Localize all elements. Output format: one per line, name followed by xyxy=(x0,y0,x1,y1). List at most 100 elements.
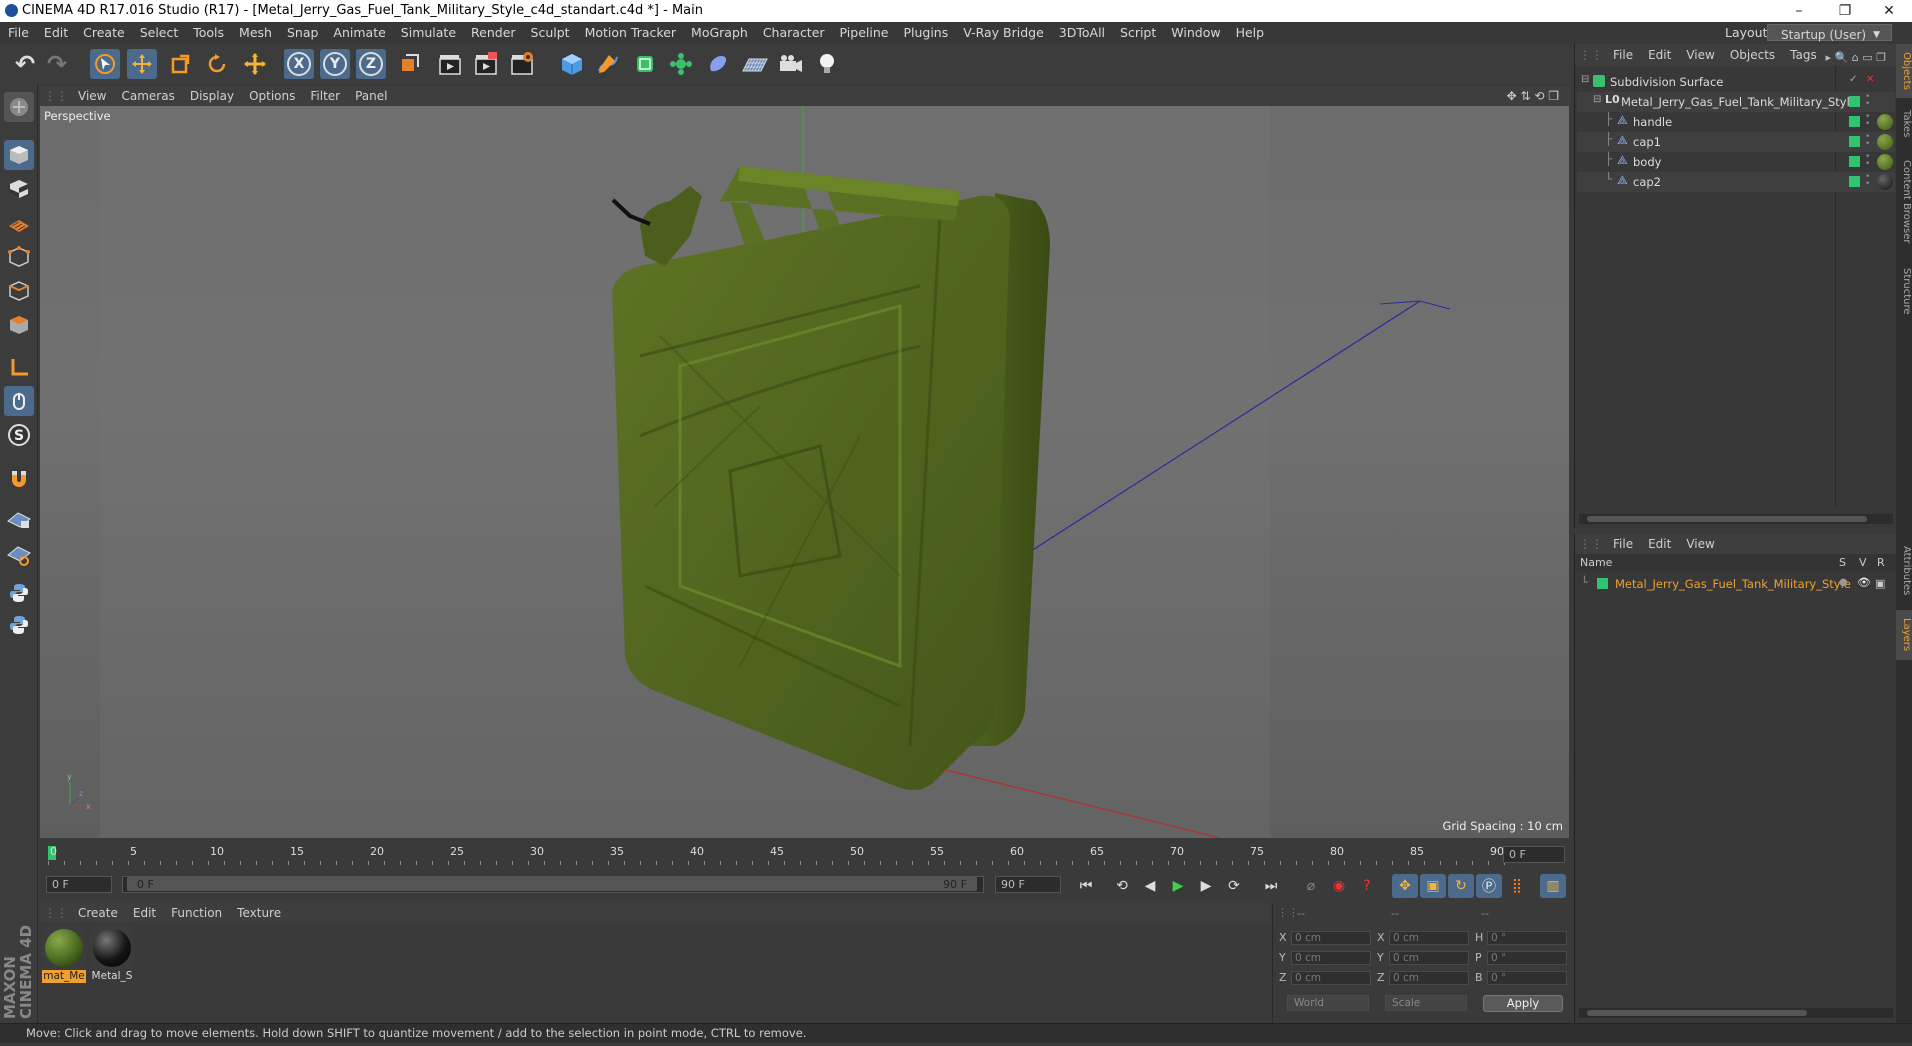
material-tag-icon[interactable] xyxy=(1877,134,1893,150)
material-menu-edit[interactable]: Edit xyxy=(125,903,163,920)
solo-dot-icon[interactable]: ● xyxy=(1839,577,1848,588)
render-to-picture-viewer-button[interactable] xyxy=(471,49,501,79)
disable-x-icon[interactable]: ✕ xyxy=(1866,74,1874,85)
menu-create[interactable]: Create xyxy=(75,22,132,40)
menu-pipeline[interactable]: Pipeline xyxy=(832,22,896,40)
end-frame-field[interactable]: 90 F xyxy=(995,876,1061,893)
frame-range-slider[interactable]: 0 F 90 F xyxy=(122,876,984,893)
menu-vray-bridge[interactable]: V-Ray Bridge xyxy=(955,22,1051,40)
previous-frame-button[interactable]: ◀ xyxy=(1137,874,1163,898)
om-menu-objects[interactable]: Objects xyxy=(1722,44,1782,62)
y-axis-lock-button[interactable]: Y xyxy=(320,49,350,79)
layer-color-swatch[interactable] xyxy=(1849,176,1860,187)
workplane-mode-button[interactable] xyxy=(4,208,34,238)
maximize-button[interactable]: ❐ xyxy=(1822,0,1868,22)
visibility-dots[interactable]: • • xyxy=(1865,173,1870,189)
add-camera-button[interactable] xyxy=(776,49,806,79)
size-y-field[interactable]: 0 cm xyxy=(1389,951,1469,965)
horizontal-scrollbar[interactable] xyxy=(1579,1008,1893,1018)
current-frame-field[interactable]: 0 F xyxy=(1503,846,1565,863)
menu-3dtoall[interactable]: 3DToAll xyxy=(1051,22,1112,40)
next-keyframe-button[interactable]: ⟳ xyxy=(1221,874,1247,898)
material-tag-icon[interactable] xyxy=(1877,154,1893,170)
visibility-dots[interactable]: • • xyxy=(1865,93,1870,109)
tab-structure[interactable]: Structure xyxy=(1896,258,1912,324)
record-keyframe-button[interactable]: ⌀ xyxy=(1298,874,1324,898)
key-scale-button[interactable]: ▣ xyxy=(1420,874,1446,898)
python-script-button-2[interactable] xyxy=(4,610,34,640)
add-spline-pen-button[interactable] xyxy=(593,49,623,79)
menu-sculpt[interactable]: Sculpt xyxy=(523,22,577,40)
tab-objects[interactable]: Objects xyxy=(1896,44,1912,98)
lm-menu-file[interactable]: File xyxy=(1605,534,1640,551)
timeline-window-button[interactable]: ▥ xyxy=(1540,874,1566,898)
python-script-button-1[interactable] xyxy=(4,578,34,608)
start-frame-field[interactable]: 0 F xyxy=(46,876,112,893)
range-slider-bar[interactable] xyxy=(127,877,977,891)
coordinate-system-button[interactable] xyxy=(394,49,424,79)
viewport-nav-icons[interactable]: ✥ ⇅ ⟲ ❐ xyxy=(1499,86,1566,103)
add-cloner-button[interactable] xyxy=(666,49,696,79)
make-editable-button[interactable] xyxy=(4,92,34,122)
position-z-field[interactable]: 0 cm xyxy=(1291,971,1371,985)
add-deformer-button[interactable] xyxy=(703,49,733,79)
add-light-button[interactable] xyxy=(812,49,842,79)
workplane-lock-button[interactable] xyxy=(4,504,34,534)
eye-icon[interactable]: 👁 xyxy=(1857,576,1871,589)
solo-mode-button[interactable]: S xyxy=(4,420,34,450)
om-toolbar-icons[interactable]: ▸ 🔍 ⌂ ▭ ❐ xyxy=(1818,47,1893,64)
position-y-field[interactable]: 0 cm xyxy=(1291,951,1371,965)
render-view-button[interactable] xyxy=(435,49,465,79)
move-tool-button[interactable] xyxy=(127,49,157,79)
go-to-start-button[interactable]: ⏮ xyxy=(1073,874,1099,898)
add-floor-button[interactable] xyxy=(740,49,770,79)
rotate-tool-button[interactable] xyxy=(202,49,232,79)
menu-character[interactable]: Character xyxy=(755,22,832,40)
texture-mode-button[interactable] xyxy=(4,174,34,204)
material-menu-texture[interactable]: Texture xyxy=(229,903,288,920)
transform-tool-button[interactable] xyxy=(240,49,270,79)
rotation-b-field[interactable]: 0 ° xyxy=(1487,971,1567,985)
material-menu-create[interactable]: Create xyxy=(70,903,125,920)
viewport-menu-filter[interactable]: Filter xyxy=(302,86,347,103)
menu-mesh[interactable]: Mesh xyxy=(231,22,279,40)
viewport-menu-view[interactable]: View xyxy=(70,86,113,103)
om-menu-file[interactable]: File xyxy=(1605,44,1640,62)
frame-ruler[interactable]: 0 5 10 15 20 25 30 35 40 45 50 55 60 65 … xyxy=(48,844,1508,866)
key-position-button[interactable]: ✥ xyxy=(1392,874,1418,898)
visibility-dots[interactable]: • • xyxy=(1865,113,1870,129)
layer-color-swatch[interactable] xyxy=(1597,578,1608,589)
live-selection-button[interactable] xyxy=(90,49,120,79)
menu-plugins[interactable]: Plugins xyxy=(895,22,955,40)
lm-menu-edit[interactable]: Edit xyxy=(1640,534,1678,551)
visibility-dots[interactable]: • • xyxy=(1865,153,1870,169)
menu-mograph[interactable]: MoGraph xyxy=(683,22,755,40)
timeline-ruler[interactable]: 0 5 10 15 20 25 30 35 40 45 50 55 60 65 … xyxy=(40,838,1569,870)
render-icon[interactable]: ▣ xyxy=(1875,577,1885,590)
menu-window[interactable]: Window xyxy=(1163,22,1227,40)
layer-color-swatch[interactable] xyxy=(1849,116,1860,127)
keyframe-selection-button[interactable]: ? xyxy=(1354,874,1380,898)
key-point-level-button[interactable]: ⣿ xyxy=(1504,874,1530,898)
menu-animate[interactable]: Animate xyxy=(325,22,392,40)
key-parameter-button[interactable]: Ⓟ xyxy=(1476,874,1502,898)
om-menu-edit[interactable]: Edit xyxy=(1640,44,1678,62)
auto-keying-button[interactable]: ◉ xyxy=(1326,874,1352,898)
size-z-field[interactable]: 0 cm xyxy=(1389,971,1469,985)
menu-snap[interactable]: Snap xyxy=(279,22,325,40)
menu-edit[interactable]: Edit xyxy=(36,22,75,40)
tab-content-browser[interactable]: Content Browser xyxy=(1896,150,1912,254)
minimize-button[interactable]: – xyxy=(1776,0,1822,22)
menu-motion-tracker[interactable]: Motion Tracker xyxy=(577,22,683,40)
layer-row[interactable]: └ Metal_Jerry_Gas_Fuel_Tank_Military_Sty… xyxy=(1575,574,1897,594)
object-row-handle[interactable]: ├ ⟁ handle • • xyxy=(1577,112,1895,132)
menu-select[interactable]: Select xyxy=(132,22,186,40)
menu-tools[interactable]: Tools xyxy=(185,22,231,40)
apply-button[interactable]: Apply xyxy=(1483,995,1563,1012)
add-cube-button[interactable] xyxy=(557,49,587,79)
previous-keyframe-button[interactable]: ⟲ xyxy=(1109,874,1135,898)
tweak-mode-button[interactable] xyxy=(4,386,34,416)
material-menu-function[interactable]: Function xyxy=(163,903,229,920)
viewport-menu-display[interactable]: Display xyxy=(182,86,241,103)
layout-dropdown[interactable]: Startup (User) ▼ xyxy=(1767,24,1892,42)
